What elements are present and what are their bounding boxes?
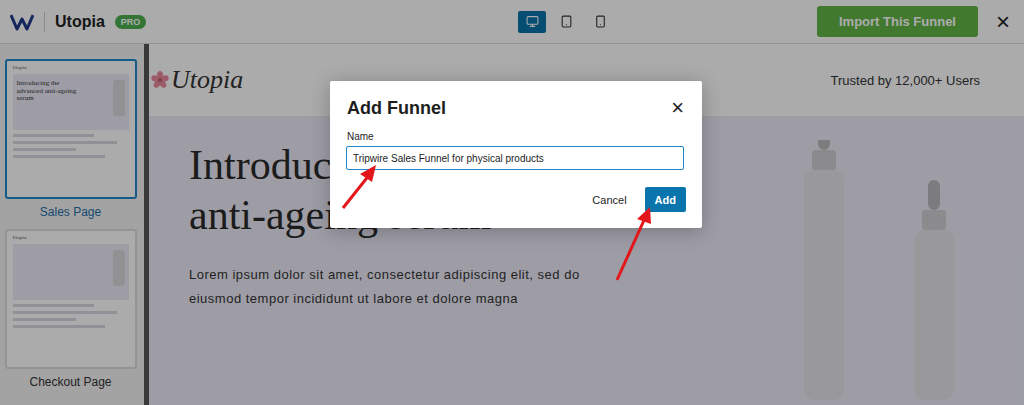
annotation-arrows: [0, 0, 1024, 405]
funnel-import-screen: UtopiaPROImport This Funnel×UtopiaIntrod…: [0, 0, 1024, 405]
dialog-close-button[interactable]: ×: [669, 97, 686, 119]
dialog-title: Add Funnel: [347, 98, 446, 119]
primary-button[interactable]: Add: [645, 187, 686, 212]
name-input[interactable]: [346, 146, 684, 170]
add-funnel-dialog: Add Funnel × Name Cancel Add: [330, 81, 702, 228]
arrow-icon: [343, 165, 376, 208]
arrow-icon: [617, 207, 651, 280]
name-label: Name: [346, 131, 686, 142]
secondary-button[interactable]: Cancel: [592, 187, 626, 212]
dialog-footer: Cancel Add: [346, 187, 686, 212]
dialog-header: Add Funnel ×: [346, 97, 686, 119]
